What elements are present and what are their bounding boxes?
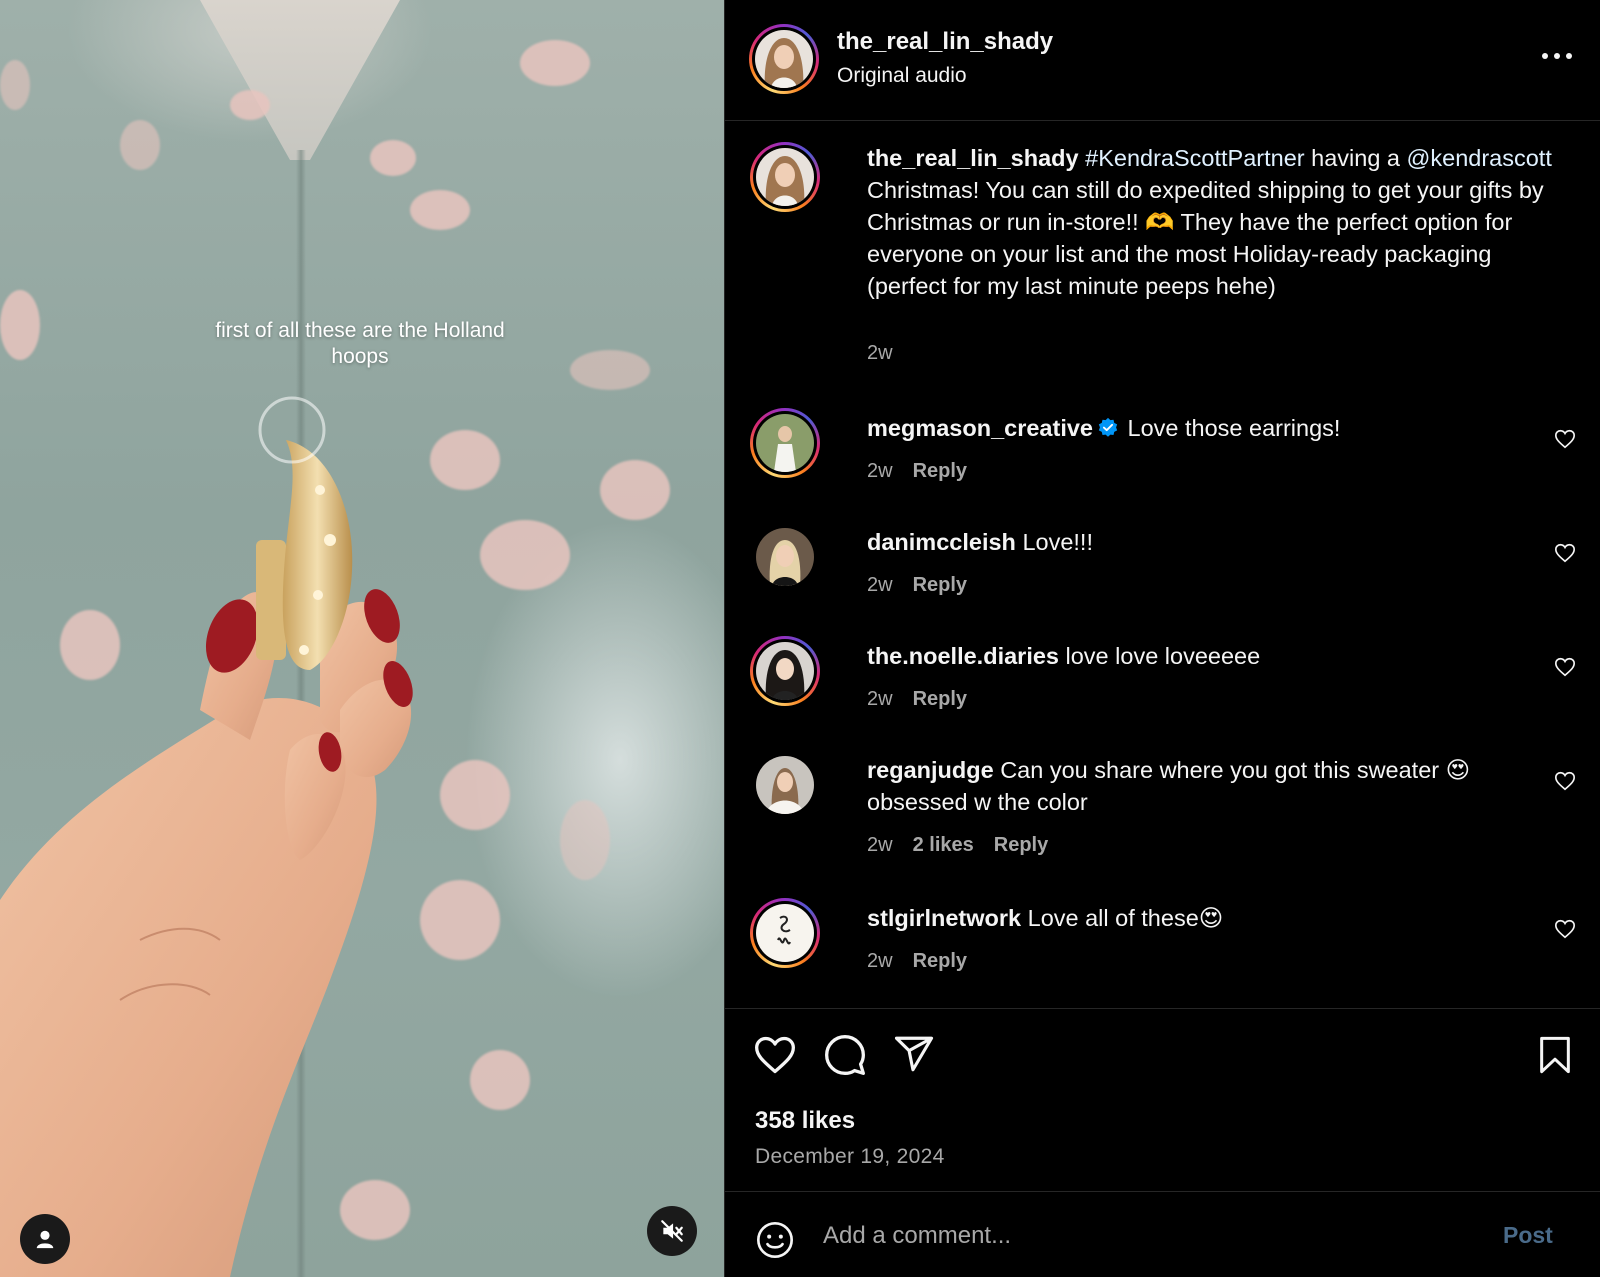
paper-plane-icon[interactable] [893, 1033, 935, 1075]
video-background-ceiling [200, 0, 400, 160]
verified-badge-icon [1098, 417, 1118, 437]
comment-avatar[interactable] [750, 636, 820, 706]
caption-author-avatar[interactable] [750, 142, 820, 212]
comment-username[interactable]: reganjudge [867, 757, 994, 783]
comment-input[interactable] [823, 1214, 1473, 1258]
caption-text-part: having a [1304, 145, 1407, 171]
comment-meta: 2w Reply [867, 950, 967, 973]
comment-timestamp[interactable]: 2w [867, 688, 893, 711]
wallpaper-blossom [0, 60, 30, 110]
comment-avatar-image [756, 642, 814, 700]
comment-username[interactable]: megmason_creative [867, 415, 1093, 441]
comments-list[interactable]: the_real_lin_shady #KendraScottPartner h… [725, 122, 1600, 1008]
caption-text: the_real_lin_shady #KendraScottPartner h… [867, 142, 1567, 302]
wallpaper-blossom [470, 1050, 530, 1110]
comment-bubble-icon[interactable] [823, 1033, 867, 1077]
caption-username[interactable]: the_real_lin_shady [867, 145, 1079, 171]
heart-icon[interactable] [753, 1033, 797, 1077]
likes-count[interactable]: 358 likes [755, 1107, 855, 1135]
caption-hashtag[interactable]: #KendraScottPartner [1085, 145, 1304, 171]
comment-avatar[interactable] [756, 756, 814, 814]
post-details-panel: the_real_lin_shady Original audio the_re… [724, 0, 1600, 1277]
post-actions: 358 likes December 19, 2024 [725, 1008, 1600, 1192]
audio-link[interactable]: Original audio [837, 64, 967, 88]
comment-avatar-image [756, 414, 814, 472]
comment-text: danimccleish Love!!! [867, 526, 1527, 558]
comment-body: love love loveeeee [1065, 643, 1261, 669]
comment-composer: Post [725, 1191, 1600, 1277]
post-date: December 19, 2024 [755, 1145, 945, 1168]
more-horizontal-icon-dot [1566, 53, 1572, 59]
comment-avatar-image [756, 756, 814, 814]
comment-avatar-image [756, 904, 814, 962]
comment-like-heart-icon[interactable] [1554, 428, 1576, 450]
comment-text: the.noelle.diaries love love loveeeee [867, 640, 1527, 672]
comment-like-heart-icon[interactable] [1554, 770, 1576, 792]
comment-timestamp[interactable]: 2w [867, 460, 893, 483]
comment-text: megmason_creative Love those earrings! [867, 412, 1527, 444]
person-icon [36, 1230, 54, 1249]
comment-username[interactable]: danimccleish [867, 529, 1016, 555]
comment-like-heart-icon[interactable] [1554, 656, 1576, 678]
comment-meta: 2w 2 likes Reply [867, 834, 1048, 857]
smiley-icon[interactable] [755, 1220, 795, 1260]
comment-timestamp[interactable]: 2w [867, 950, 893, 973]
instagram-reel-post: first of all these are the Holland hoops [0, 0, 1600, 1277]
reply-button[interactable]: Reply [913, 574, 967, 597]
wallpaper-blossom [520, 40, 590, 86]
caption-author-avatar-image [756, 148, 814, 206]
comment-username[interactable]: the.noelle.diaries [867, 643, 1059, 669]
wallpaper-blossom [600, 460, 670, 520]
unmute-button[interactable] [647, 1206, 697, 1256]
comment-timestamp[interactable]: 2w [867, 834, 893, 857]
wallpaper-blossom [370, 140, 416, 176]
hand-holding-earring-image [0, 396, 413, 1277]
author-avatar-image [755, 30, 813, 88]
comment-text: stlgirlnetwork Love all of these😍 [867, 902, 1527, 934]
more-horizontal-icon [1542, 53, 1548, 59]
more-horizontal-icon-dot [1554, 53, 1560, 59]
author-avatar[interactable] [749, 24, 819, 94]
caption-timestamp: 2w [867, 342, 893, 364]
reply-button[interactable]: Reply [913, 950, 967, 973]
caption-mention[interactable]: @kendrascott [1407, 145, 1552, 171]
comment-text: reganjudge Can you share where you got t… [867, 754, 1527, 818]
author-username[interactable]: the_real_lin_shady [837, 28, 1053, 56]
wallpaper-blossom [230, 90, 270, 120]
wallpaper-blossom [570, 350, 650, 390]
wallpaper-blossom [120, 120, 160, 170]
wallpaper-blossom [560, 800, 610, 880]
wallpaper-blossom [480, 520, 570, 590]
reply-button[interactable]: Reply [913, 688, 967, 711]
reel-video-player[interactable]: first of all these are the Holland hoops [0, 0, 724, 1277]
reply-button[interactable]: Reply [913, 460, 967, 483]
wallpaper-blossom [410, 190, 470, 230]
comment-meta: 2w Reply [867, 574, 967, 597]
comment-meta: 2w Reply [867, 460, 967, 483]
comment-like-count[interactable]: 2 likes [913, 834, 974, 857]
video-text-overlay: first of all these are the Holland hoops [215, 319, 505, 368]
comment-body: Love all of these😍 [1027, 905, 1224, 931]
tagged-users-button[interactable] [20, 1214, 70, 1264]
caption-text-part: Christmas! You can still do expedited sh… [867, 177, 1544, 299]
bookmark-icon[interactable] [1535, 1033, 1575, 1077]
speaker-muted-icon [661, 1220, 683, 1242]
post-comment-button[interactable]: Post [1503, 1222, 1553, 1249]
reply-button[interactable]: Reply [994, 834, 1048, 857]
comment-meta: 2w Reply [867, 688, 967, 711]
comment-timestamp[interactable]: 2w [867, 574, 893, 597]
comment-body: Love!!! [1022, 529, 1093, 555]
comment-username[interactable]: stlgirlnetwork [867, 905, 1021, 931]
comment-avatar[interactable] [756, 528, 814, 586]
comment-avatar[interactable] [750, 898, 820, 968]
post-header: the_real_lin_shady Original audio [725, 0, 1600, 121]
comment-like-heart-icon[interactable] [1554, 918, 1576, 940]
comment-body: Love those earrings! [1127, 415, 1341, 441]
comment-like-heart-icon[interactable] [1554, 542, 1576, 564]
comment-avatar[interactable] [750, 408, 820, 478]
more-options-button[interactable] [1542, 48, 1578, 64]
wallpaper-blossom [0, 290, 40, 360]
comment-avatar-image [756, 528, 814, 586]
